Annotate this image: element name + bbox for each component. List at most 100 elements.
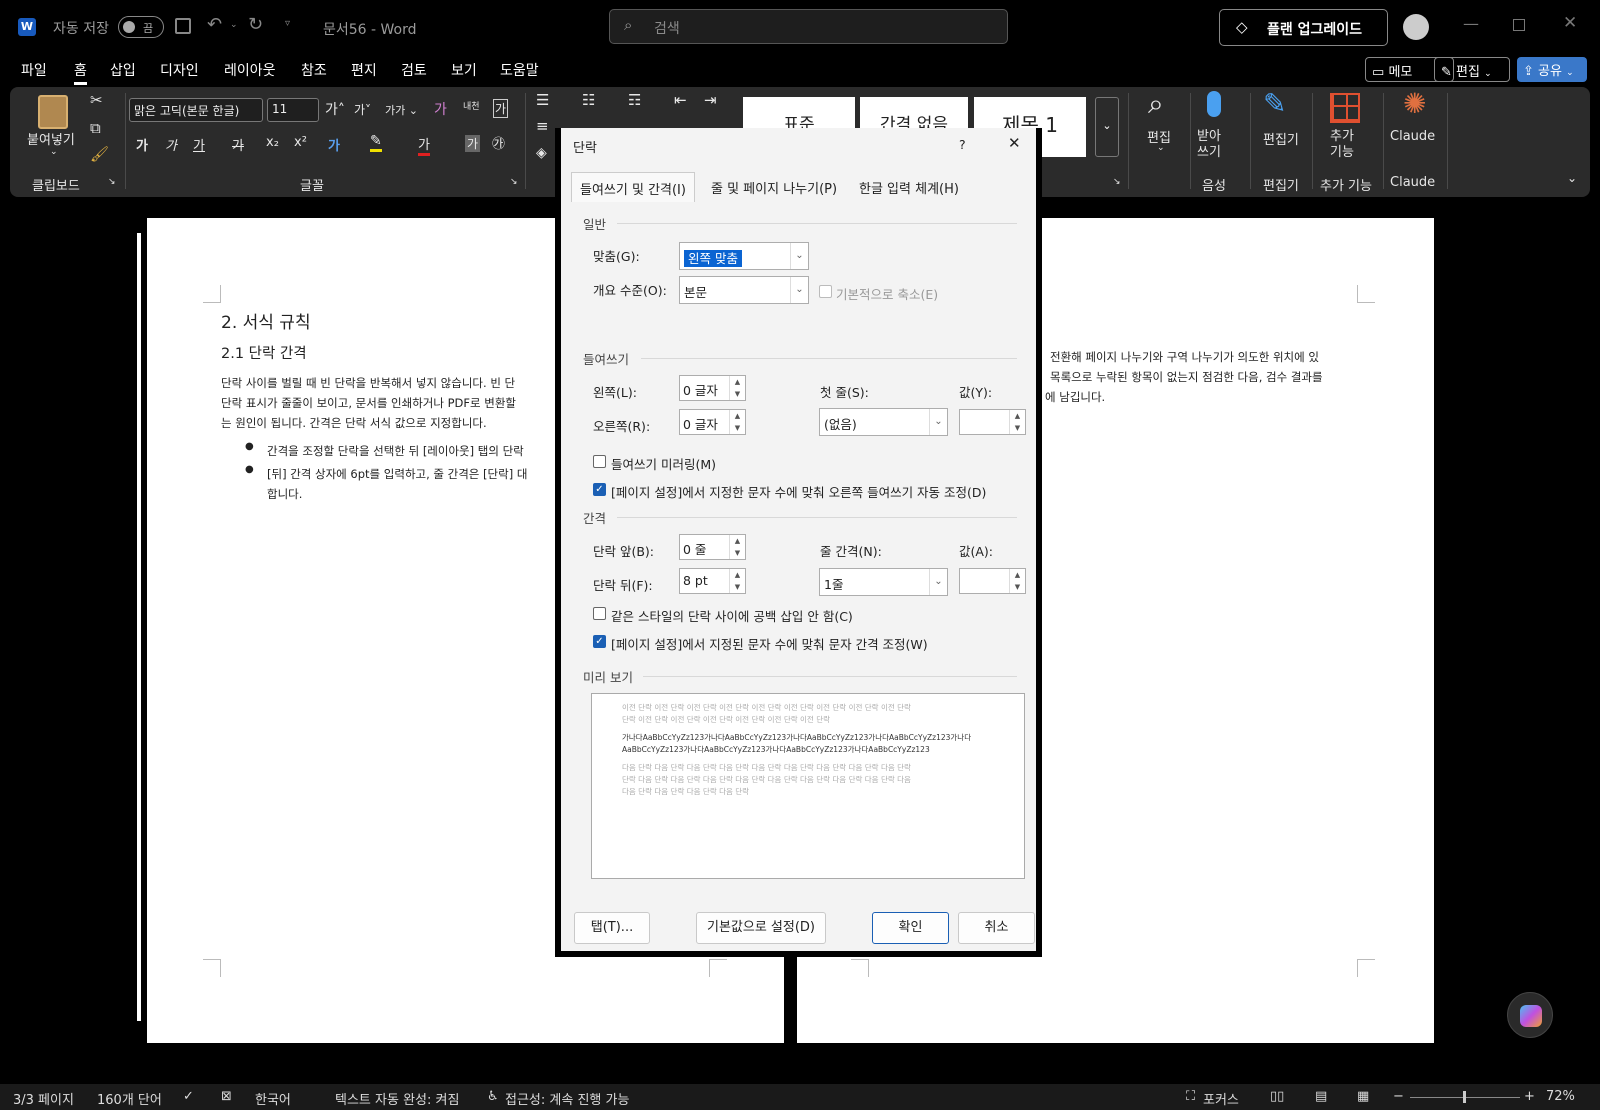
set-default-button[interactable]: 기본값으로 설정(D)	[696, 912, 826, 944]
clipboard-launcher-icon[interactable]: ↘	[108, 177, 116, 187]
collapse-checkbox[interactable]	[819, 285, 832, 298]
spin-arrows-icon[interactable]: ▲ ▼	[729, 376, 745, 400]
shading-icon[interactable]: ◈	[536, 145, 547, 161]
indent-right-spinner[interactable]: 0 글자 ▲ ▼	[679, 409, 746, 435]
accessibility-status[interactable]: 접근성: 계속 진행 가능	[505, 1089, 629, 1108]
char-shading-icon[interactable]: 가	[465, 135, 481, 152]
tab-references[interactable]: 참조	[301, 60, 327, 80]
char-border-icon[interactable]: 가	[493, 99, 509, 118]
by-spinner[interactable]: ▲ ▼	[959, 409, 1026, 435]
line-spacing-select[interactable]: 1줄 ⌄	[819, 568, 948, 596]
grow-font-icon[interactable]: 가˄	[325, 99, 345, 119]
account-avatar[interactable]	[1403, 14, 1429, 40]
text-effects-icon[interactable]: 가	[328, 135, 340, 154]
font-name-combo[interactable]: 맑은 고딕(본문 한글)	[129, 98, 263, 122]
tab-design[interactable]: 디자인	[160, 60, 199, 80]
alignment-select[interactable]: 왼쪽 맞춤 ⌄	[679, 242, 809, 270]
claude-logo-icon[interactable]: ✺	[1403, 87, 1426, 120]
editing-mode-button[interactable]: ✎ 편집 ⌄	[1434, 57, 1510, 82]
subscript-icon[interactable]: x₂	[266, 135, 279, 150]
italic-icon[interactable]: 가	[165, 135, 177, 154]
tab-indents-spacing[interactable]: 들여쓰기 및 간격(I)	[571, 172, 695, 202]
enclosed-char-icon[interactable]: ㉮	[492, 133, 505, 152]
bold-icon[interactable]: 가	[136, 135, 148, 154]
bullets-icon[interactable]: ☰	[536, 91, 549, 109]
tab-insert[interactable]: 삽입	[110, 60, 136, 80]
font-color-icon[interactable]: 가	[418, 134, 430, 156]
share-button[interactable]: ⇪ 공유 ⌄	[1517, 57, 1587, 82]
dictate-button[interactable]: 받아 쓰기	[1197, 129, 1221, 161]
focus-mode[interactable]: 포커스	[1203, 1089, 1239, 1108]
ok-button[interactable]: 확인	[872, 912, 949, 944]
tab-line-page-breaks[interactable]: 줄 및 페이지 나누기(P)	[703, 172, 845, 202]
spin-arrows-icon[interactable]: ▲ ▼	[729, 535, 745, 559]
undo-icon[interactable]: ↶	[207, 14, 222, 35]
tab-layout[interactable]: 레이아웃	[224, 60, 276, 80]
web-layout-icon[interactable]: ▦	[1357, 1089, 1369, 1104]
styles-launcher-icon[interactable]: ↘	[1113, 177, 1121, 187]
search-box[interactable]: ⌕ 검색	[609, 9, 1008, 44]
zoom-in-icon[interactable]: +	[1524, 1089, 1535, 1104]
tab-mailings[interactable]: 편지	[351, 60, 377, 80]
proofing-icon[interactable]: ✓	[183, 1089, 194, 1104]
indent-left-spinner[interactable]: 0 글자 ▲ ▼	[679, 375, 746, 401]
tab-home[interactable]: 홈	[74, 60, 87, 85]
upgrade-button[interactable]: ◇ 플랜 업그레이드	[1219, 9, 1388, 46]
find-icon[interactable]: ⌕	[1148, 87, 1164, 121]
spin-arrows-icon[interactable]: ▲ ▼	[729, 410, 745, 434]
paste-label[interactable]: 붙여넣기	[27, 129, 75, 148]
zoom-slider-thumb[interactable]	[1463, 1091, 1466, 1103]
print-layout-icon[interactable]: ▤	[1315, 1089, 1327, 1104]
increase-indent-icon[interactable]: ⇥	[704, 91, 717, 109]
dialog-close-icon[interactable]: ✕	[1008, 134, 1021, 152]
microphone-icon[interactable]	[1207, 91, 1221, 117]
format-painter-icon[interactable]: 🖌	[90, 145, 109, 163]
no-space-same-style-checkbox[interactable]	[593, 607, 606, 620]
auto-adjust-right-checkbox[interactable]: ✓	[593, 483, 606, 496]
spin-arrows-icon[interactable]: ▲ ▼	[1009, 410, 1025, 434]
tab-view[interactable]: 보기	[451, 60, 477, 80]
before-spinner[interactable]: 0 줄 ▲ ▼	[679, 534, 746, 560]
page-count[interactable]: 3/3 페이지	[13, 1089, 74, 1108]
track-changes-icon[interactable]: ⊠	[221, 1089, 232, 1104]
zoom-out-icon[interactable]: −	[1393, 1089, 1404, 1104]
strikethrough-icon[interactable]: 가	[232, 135, 244, 154]
styles-gallery-expand[interactable]: ⌄	[1095, 97, 1119, 157]
spin-arrows-icon[interactable]: ▲ ▼	[729, 569, 745, 593]
tab-asian-typography[interactable]: 한글 입력 체계(H)	[851, 172, 967, 202]
phonetic-guide-icon[interactable]: 내천	[463, 99, 480, 112]
addins-icon[interactable]	[1330, 93, 1360, 123]
cut-icon[interactable]: ✂	[90, 91, 103, 109]
cancel-button[interactable]: 취소	[958, 912, 1035, 944]
numbering-icon[interactable]: ☷	[582, 91, 595, 109]
word-count[interactable]: 160개 단어	[97, 1089, 162, 1108]
tab-help[interactable]: 도움말	[500, 60, 539, 80]
multilevel-icon[interactable]: ☶	[628, 91, 641, 109]
paste-chevron-icon[interactable]: ⌄	[50, 147, 58, 157]
zoom-level[interactable]: 72%	[1546, 1089, 1575, 1104]
tab-file[interactable]: 파일	[21, 60, 47, 80]
highlight-icon[interactable]: ✎	[370, 133, 382, 152]
maximize-icon[interactable]	[1513, 19, 1525, 31]
edit-chevron-icon[interactable]: ⌄	[1157, 143, 1165, 153]
redo-icon[interactable]: ↻	[248, 14, 263, 35]
tabs-button[interactable]: 탭(T)...	[574, 912, 650, 944]
help-icon[interactable]: ?	[959, 137, 966, 152]
minimize-icon[interactable]: —	[1463, 14, 1479, 33]
read-mode-icon[interactable]: ▯▯	[1270, 1089, 1284, 1104]
claude-button[interactable]: Claude	[1390, 129, 1435, 144]
paste-icon[interactable]	[38, 95, 68, 129]
at-spinner[interactable]: ▲ ▼	[959, 568, 1026, 594]
font-launcher-icon[interactable]: ↘	[510, 177, 518, 187]
snap-to-grid-checkbox[interactable]: ✓	[593, 635, 606, 648]
close-window-icon[interactable]: ✕	[1563, 13, 1577, 33]
shrink-font-icon[interactable]: 가˅	[354, 101, 371, 118]
text-prediction[interactable]: 텍스트 자동 완성: 켜짐	[335, 1089, 459, 1108]
decrease-indent-icon[interactable]: ⇤	[674, 91, 687, 109]
undo-dropdown-icon[interactable]: ⌄	[230, 20, 238, 30]
accessibility-icon[interactable]: ♿	[487, 1089, 499, 1104]
editor-button[interactable]: 편집기	[1263, 129, 1299, 148]
first-line-select[interactable]: (없음) ⌄	[819, 408, 948, 436]
copilot-button[interactable]	[1507, 992, 1553, 1038]
autosave-toggle[interactable]: 끔	[118, 16, 164, 38]
